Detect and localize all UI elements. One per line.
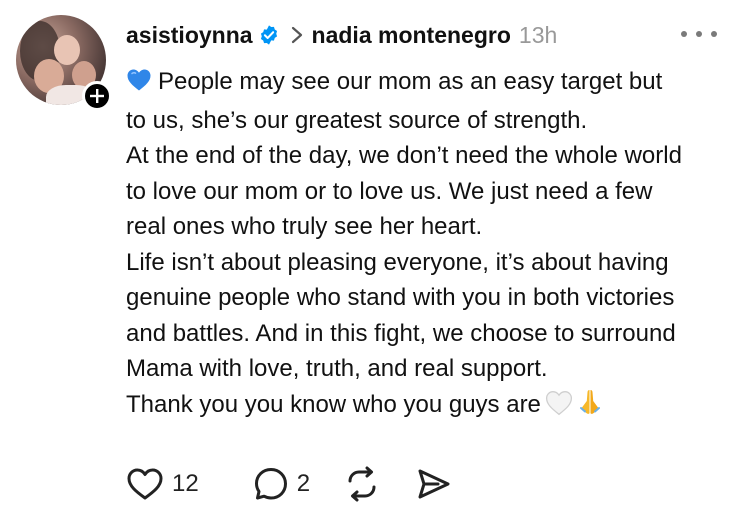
post-line: genuine people who stand with you in bot… [126, 284, 675, 311]
plus-icon [90, 89, 104, 103]
reply-to-username[interactable]: nadia montenegro [312, 22, 511, 49]
comment-icon [254, 468, 287, 500]
repost-button[interactable] [344, 466, 380, 502]
heart-icon [127, 468, 163, 500]
post-text: People may see our mom as an easy target… [126, 64, 736, 426]
send-icon [418, 469, 450, 499]
post-line: to love our mom or to love us. We just n… [126, 177, 653, 205]
post-line: Thank you you know who you guys are [126, 387, 736, 427]
action-bar: 12 2 [126, 464, 472, 504]
post-header: asistioynna nadia montenegro 13h [126, 17, 557, 53]
white-heart-emoji [545, 390, 573, 427]
timestamp: 13h [518, 21, 558, 48]
like-button[interactable]: 12 [126, 467, 199, 501]
blue-heart-emoji [126, 67, 152, 103]
post-line: real ones who truly see her heart. [126, 213, 483, 240]
post-line: Mama with love, truth, and real support. [126, 355, 548, 382]
share-button[interactable] [416, 467, 452, 501]
folded-hands-emoji [577, 388, 603, 427]
post-line: At the end of the day, we don’t need the… [126, 142, 682, 169]
post-line: People may see our mom as an easy target… [126, 64, 736, 103]
username[interactable]: asistioynna [126, 22, 253, 49]
post-line: Life isn’t about pleasing everyone, it’s… [126, 248, 669, 276]
chevron-right-icon [290, 26, 304, 44]
reply-button[interactable]: 2 [253, 466, 310, 502]
reply-count: 2 [296, 470, 311, 497]
verified-badge-icon [258, 24, 280, 46]
post-line: to us, she’s our greatest source of stre… [126, 106, 588, 134]
follow-button[interactable] [82, 81, 112, 111]
avatar-container [16, 15, 112, 111]
repost-icon [348, 466, 376, 502]
like-count: 12 [172, 470, 199, 497]
more-icon[interactable] [681, 28, 717, 40]
post-line: and battles. And in this fight, we choos… [126, 319, 676, 347]
